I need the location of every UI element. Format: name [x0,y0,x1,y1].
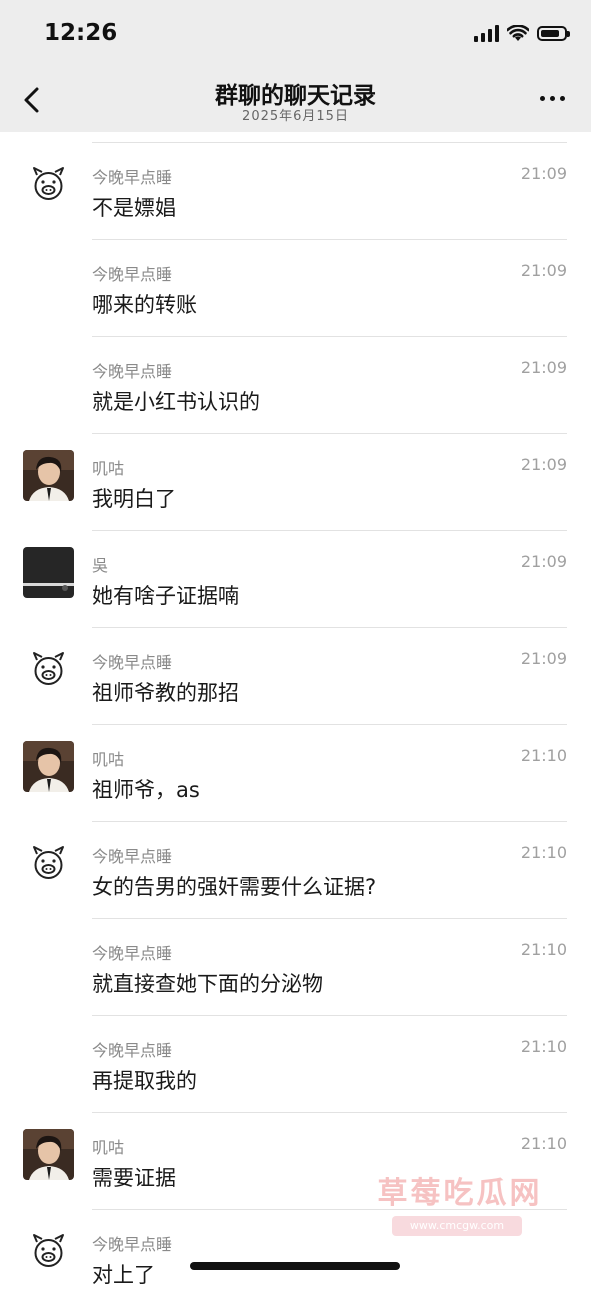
message-time: 21:09 [520,358,567,377]
pig-avatar-icon[interactable] [23,838,74,889]
message-item[interactable]: 今晚早点睡 21:09 祖师爷教的那招 [0,617,591,714]
message-time: 21:09 [520,455,567,474]
message-text[interactable]: 需要证据 [92,1162,176,1192]
message-time: 21:10 [520,1134,567,1153]
pig-avatar-icon[interactable] [23,1226,74,1277]
photo-avatar[interactable] [23,741,74,792]
message-sender: 今晚早点睡 [92,265,173,284]
pig-avatar-icon[interactable] [23,159,74,210]
message-item[interactable]: 今晚早点睡 21:10 女的告男的强奸需要什么证据? [0,811,591,908]
message-sender: 今晚早点睡 [92,168,173,187]
watermark-text: 草莓吃瓜网 [377,1176,543,1211]
message-item[interactable]: 今晚早点睡 21:10 再提取我的 [0,1005,591,1102]
message-text[interactable]: 对上了 [92,1259,155,1289]
message-time: 21:10 [520,843,567,862]
message-sender: 今晚早点睡 [92,1041,173,1060]
message-time: 21:09 [520,164,567,183]
dark-avatar[interactable] [23,547,74,598]
page-subtitle-date: 2025年6月15日 [242,109,349,124]
message-divider [92,627,567,628]
battery-icon [537,25,570,41]
message-item[interactable]: 吳 21:09 她有啥子证据喃 [0,520,591,617]
message-sender: 叽咕 [92,459,125,478]
message-item[interactable]: 叽咕 21:10 祖师爷，as [0,714,591,811]
signal-icon [474,24,499,42]
message-divider [92,821,567,822]
home-indicator[interactable] [190,1262,400,1270]
message-text[interactable]: 就直接查她下面的分泌物 [92,968,323,998]
message-sender: 今晚早点睡 [92,653,173,672]
message-item[interactable]: 今晚早点睡 21:09 哪来的转账 [0,229,591,326]
message-item[interactable]: 今晚早点睡 对上了 [0,1199,591,1296]
message-divider [92,1112,567,1113]
message-divider [92,724,567,725]
message-text[interactable]: 就是小红书认识的 [92,386,260,416]
message-sender: 今晚早点睡 [92,362,173,381]
message-time: 21:09 [520,649,567,668]
message-item[interactable]: 叽咕 21:09 我明白了 [0,423,591,520]
message-item[interactable]: 今晚早点睡 21:09 不是嫖娼 [0,132,591,229]
message-text[interactable]: 女的告男的强奸需要什么证据? [92,871,376,901]
message-sender: 今晚早点睡 [92,944,173,963]
message-sender: 叽咕 [92,750,125,769]
message-divider [92,239,567,240]
top-bar: 12:26 群聊的聊天记录 2025年6月15日 [0,0,591,132]
message-text[interactable]: 她有啥子证据喃 [92,580,239,610]
message-time: 21:09 [520,552,567,571]
status-icons [474,24,570,42]
photo-avatar[interactable] [23,1129,74,1180]
message-text[interactable]: 我明白了 [92,483,176,513]
photo-avatar[interactable] [23,450,74,501]
message-item[interactable]: 今晚早点睡 21:09 就是小红书认识的 [0,326,591,423]
message-divider [92,142,567,143]
message-item[interactable]: 今晚早点睡 21:10 就直接查她下面的分泌物 [0,908,591,1005]
message-sender: 今晚早点睡 [92,847,173,866]
message-divider [92,530,567,531]
message-sender: 吳 [92,556,109,575]
message-divider [92,918,567,919]
message-sender: 今晚早点睡 [92,1235,173,1254]
wifi-icon [507,24,529,41]
more-options-button[interactable] [540,96,565,101]
message-divider [92,336,567,337]
message-text[interactable]: 祖师爷，as [92,774,200,804]
message-text[interactable]: 祖师爷教的那招 [92,677,239,707]
message-time: 21:10 [520,1037,567,1056]
message-time: 21:09 [520,261,567,280]
status-time: 12:26 [44,20,118,46]
message-divider [92,433,567,434]
message-time: 21:10 [520,940,567,959]
message-list[interactable]: 今晚早点睡 21:09 不是嫖娼 今晚早点睡 21:09 哪来的转账 今晚早点睡 21:09 就… [0,132,591,1296]
pig-avatar-icon[interactable] [23,644,74,695]
message-sender: 叽咕 [92,1138,125,1157]
watermark-url: www.cmcgw.com [392,1216,522,1236]
message-text[interactable]: 再提取我的 [92,1065,197,1095]
message-divider [92,1015,567,1016]
message-time: 21:10 [520,746,567,765]
message-text[interactable]: 不是嫖娼 [92,192,176,222]
message-text[interactable]: 哪来的转账 [92,289,197,319]
